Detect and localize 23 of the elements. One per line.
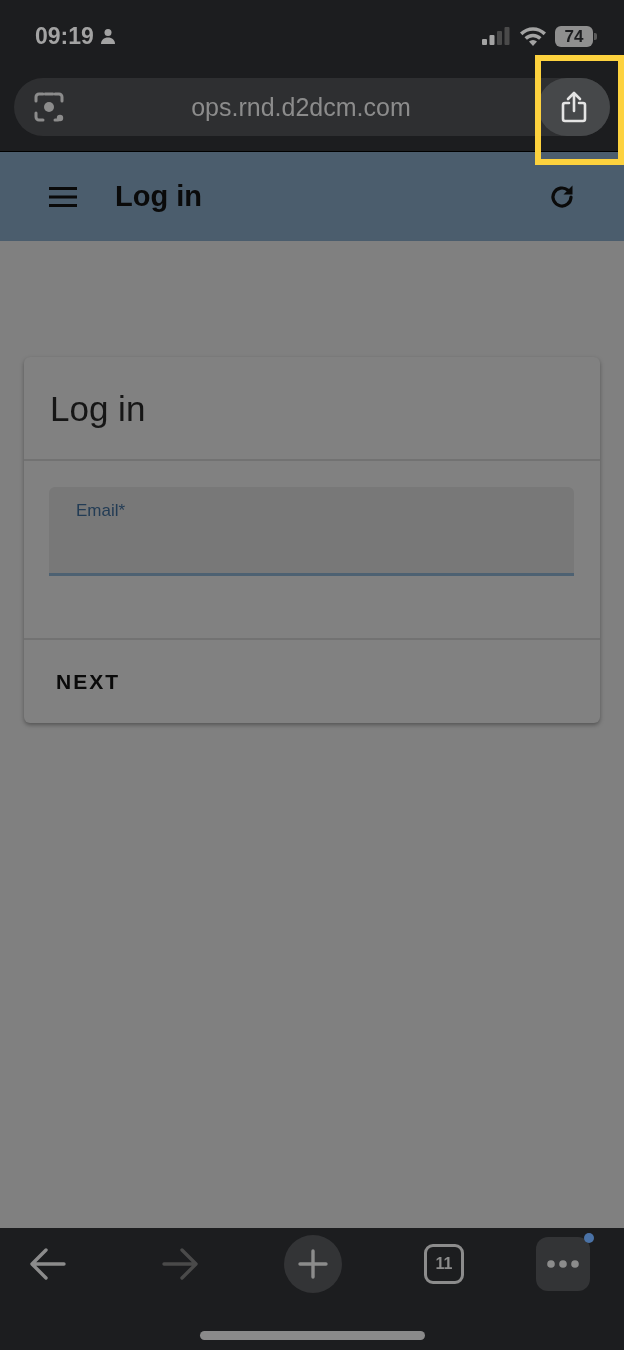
next-button[interactable]: NEXT <box>42 655 134 708</box>
status-time: 09:19 <box>35 24 94 48</box>
share-icon <box>561 91 587 123</box>
camera-search-icon[interactable] <box>34 92 64 122</box>
url-text[interactable]: ops.rnd.d2dcm.com <box>191 94 411 120</box>
address-bar[interactable]: ops.rnd.d2dcm.com <box>14 78 610 136</box>
share-button[interactable] <box>538 78 610 136</box>
tab-count-button[interactable]: 11 <box>424 1244 464 1284</box>
more-icon <box>547 1260 579 1268</box>
back-arrow-icon <box>30 1246 66 1282</box>
app-bar-title: Log in <box>115 182 202 211</box>
plus-icon <box>298 1249 328 1279</box>
card-title: Log in <box>50 390 146 426</box>
wifi-icon <box>520 26 546 46</box>
forward-arrow-icon <box>162 1246 198 1282</box>
menu-button[interactable] <box>49 186 77 207</box>
battery-percentage: 74 <box>564 27 584 45</box>
menu-icon <box>49 186 77 207</box>
more-button[interactable] <box>536 1237 590 1291</box>
email-field[interactable]: Email* <box>49 487 574 576</box>
back-button[interactable] <box>30 1246 66 1282</box>
signal-bars-icon <box>482 27 510 45</box>
person-icon <box>99 28 116 44</box>
